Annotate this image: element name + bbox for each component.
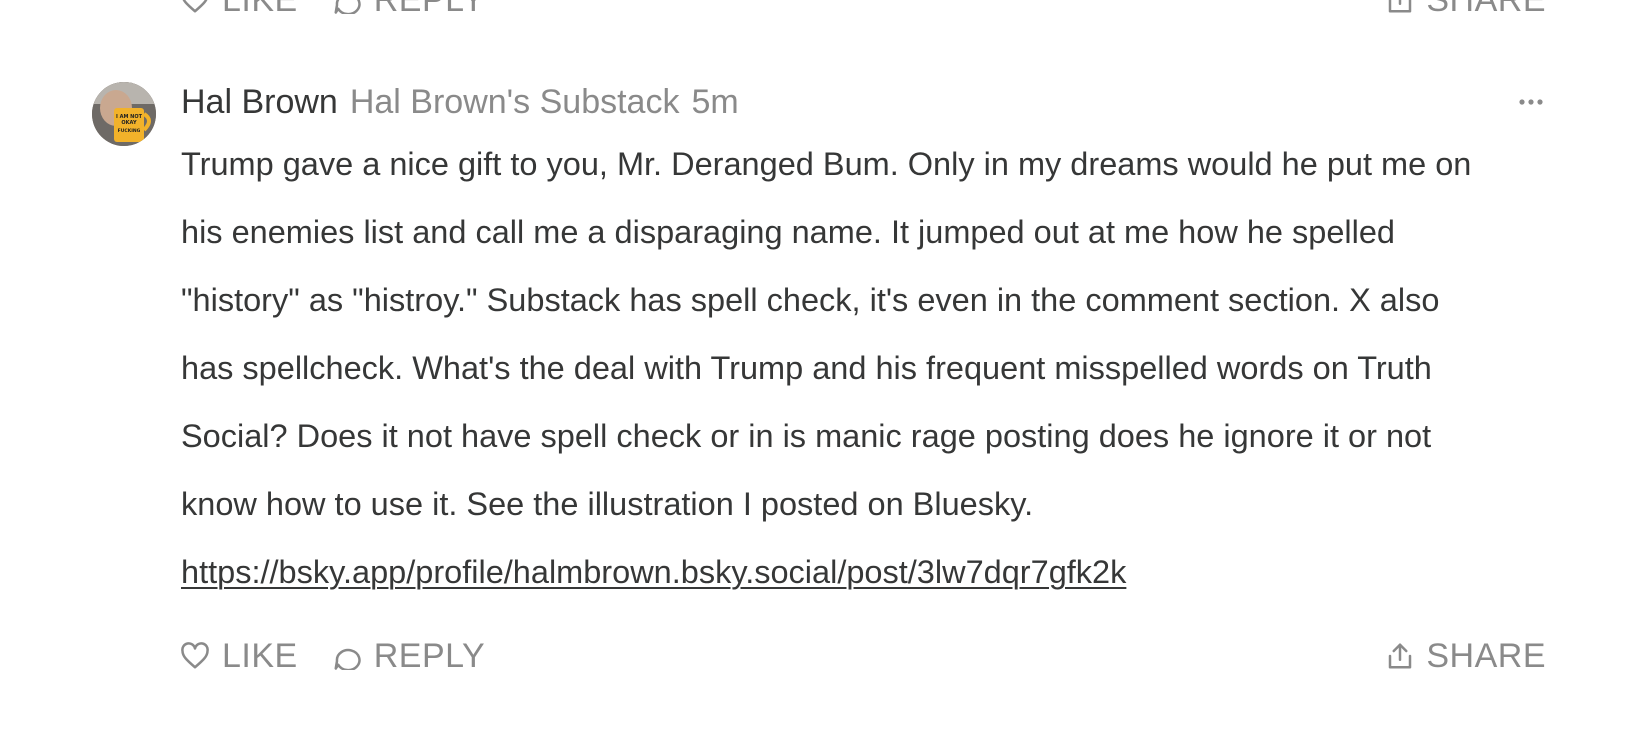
speech-bubble-icon (334, 0, 361, 14)
share-label: SHARE (1426, 0, 1546, 20)
comments-page: LIKE REPLY SHARE I AM NOT OKAY FUCKING (0, 0, 1636, 730)
reply-label: REPLY (374, 0, 485, 20)
ellipsis-icon[interactable] (1516, 94, 1546, 110)
bluesky-link[interactable]: https://bsky.app/profile/halmbrown.bsky.… (181, 554, 1126, 590)
speech-bubble-icon (334, 648, 361, 670)
like-button[interactable]: LIKE (180, 637, 298, 676)
comment-actions: LIKE REPLY SHARE (180, 634, 1546, 678)
comment-body: Hal Brown Hal Brown's Substack 5m Trump … (181, 80, 1546, 606)
avatar-image: I AM NOT OKAY FUCKING (92, 82, 156, 146)
svg-text:OKAY: OKAY (121, 120, 137, 126)
previous-comment-actions: LIKE REPLY SHARE (180, 0, 1546, 22)
svg-text:FUCKING: FUCKING (118, 128, 141, 134)
author-name[interactable]: Hal Brown (181, 80, 338, 124)
reply-button[interactable]: REPLY (332, 637, 485, 676)
share-label: SHARE (1426, 636, 1546, 675)
publication-name[interactable]: Hal Brown's Substack (350, 80, 680, 124)
comment-header: Hal Brown Hal Brown's Substack 5m (181, 80, 1546, 124)
comment-timestamp[interactable]: 5m (691, 80, 738, 124)
share-button[interactable]: SHARE (1386, 637, 1546, 676)
reply-button[interactable]: REPLY (332, 0, 485, 20)
avatar[interactable]: I AM NOT OKAY FUCKING (92, 82, 156, 146)
heart-icon (181, 642, 209, 669)
heart-icon (182, 0, 208, 13)
like-label: LIKE (222, 0, 298, 20)
share-icon (1389, 643, 1412, 669)
like-button[interactable]: LIKE (180, 0, 298, 20)
comment-body-text: Trump gave a nice gift to you, Mr. Deran… (181, 146, 1472, 522)
comment-text: Trump gave a nice gift to you, Mr. Deran… (181, 130, 1481, 606)
share-icon (1389, 0, 1412, 13)
comment: I AM NOT OKAY FUCKING Hal Brown Hal Brow… (92, 80, 1546, 606)
like-label: LIKE (222, 636, 298, 675)
reply-label: REPLY (373, 636, 486, 675)
share-button[interactable]: SHARE (1386, 0, 1546, 20)
